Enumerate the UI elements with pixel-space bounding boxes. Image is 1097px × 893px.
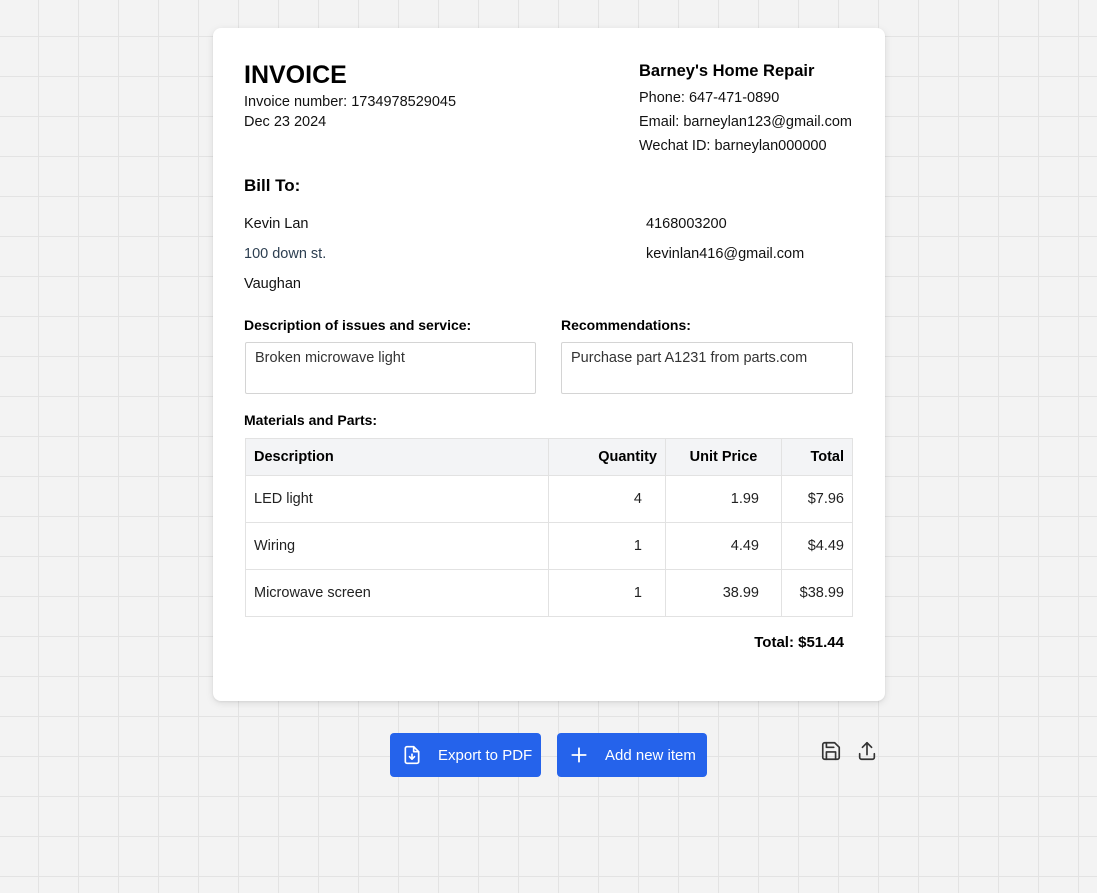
table-header-row: Description Quantity Unit Price Total xyxy=(245,438,853,476)
client-phone[interactable]: 4168003200 xyxy=(646,216,727,232)
recommendations-label: Recommendations: xyxy=(561,317,691,333)
business-name: Barney's Home Repair xyxy=(639,62,815,80)
table-row: Wiring 1 4.49 $4.49 xyxy=(245,522,853,570)
description-label: Description of issues and service: xyxy=(244,317,472,333)
materials-table: Description Quantity Unit Price Total LE… xyxy=(245,438,853,617)
item-total: $7.96 xyxy=(781,475,853,523)
upload-icon[interactable] xyxy=(856,740,878,762)
business-phone: Phone: 647-471-0890 xyxy=(639,90,780,106)
item-unit-price[interactable]: 4.49 xyxy=(665,522,782,570)
file-download-icon xyxy=(402,745,422,765)
client-city[interactable]: Vaughan xyxy=(244,276,301,292)
column-header-total: Total xyxy=(781,438,853,476)
item-description[interactable]: LED light xyxy=(245,475,549,523)
item-quantity[interactable]: 4 xyxy=(548,475,666,523)
column-header-quantity: Quantity xyxy=(548,438,666,476)
add-new-item-label: Add new item xyxy=(605,746,696,764)
invoice-card: INVOICE Invoice number: 1734978529045 De… xyxy=(213,28,885,701)
materials-label: Materials and Parts: xyxy=(244,412,378,428)
invoice-date: Dec 23 2024 xyxy=(244,114,327,130)
item-unit-price[interactable]: 38.99 xyxy=(665,569,782,617)
bill-to-heading: Bill To: xyxy=(244,176,301,195)
item-quantity[interactable]: 1 xyxy=(548,522,666,570)
export-pdf-label: Export to PDF xyxy=(438,746,533,764)
item-quantity[interactable]: 1 xyxy=(548,569,666,617)
add-new-item-button[interactable]: Add new item xyxy=(557,733,707,777)
business-email: Email: barneylan123@gmail.com xyxy=(639,114,852,130)
client-address[interactable]: 100 down st. xyxy=(244,246,326,262)
save-icon[interactable] xyxy=(820,740,842,762)
column-header-unit-price: Unit Price xyxy=(665,438,782,476)
table-row: LED light 4 1.99 $7.96 xyxy=(245,475,853,523)
grand-total: Total: $51.44 xyxy=(754,634,844,651)
recommendations-textarea[interactable]: Purchase part A1231 from parts.com xyxy=(561,342,853,394)
column-header-description: Description xyxy=(245,438,549,476)
item-description[interactable]: Wiring xyxy=(245,522,549,570)
item-total: $38.99 xyxy=(781,569,853,617)
table-row: Microwave screen 1 38.99 $38.99 xyxy=(245,569,853,617)
invoice-number: Invoice number: 1734978529045 xyxy=(244,94,457,110)
invoice-title: INVOICE xyxy=(244,61,347,89)
description-textarea[interactable]: Broken microwave light xyxy=(245,342,536,394)
business-wechat: Wechat ID: barneylan000000 xyxy=(639,138,827,154)
plus-icon xyxy=(569,745,589,765)
client-email[interactable]: kevinlan416@gmail.com xyxy=(646,246,804,262)
client-name[interactable]: Kevin Lan xyxy=(244,216,309,232)
item-unit-price[interactable]: 1.99 xyxy=(665,475,782,523)
item-description[interactable]: Microwave screen xyxy=(245,569,549,617)
item-total: $4.49 xyxy=(781,522,853,570)
export-pdf-button[interactable]: Export to PDF xyxy=(390,733,541,777)
